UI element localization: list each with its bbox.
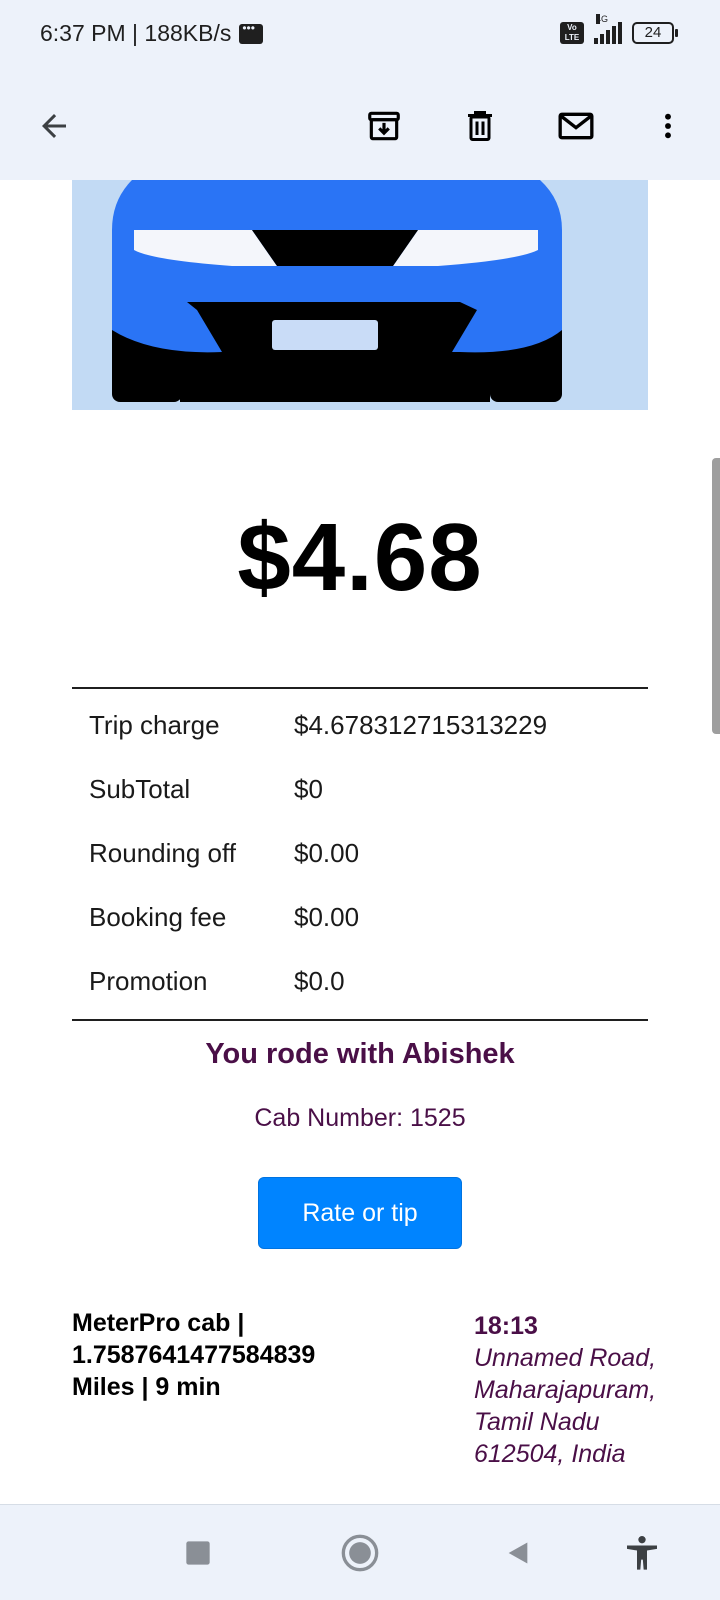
more-options-button[interactable]	[640, 98, 696, 154]
mark-unread-button[interactable]	[548, 98, 604, 154]
back-button[interactable]	[26, 98, 82, 154]
fare-row: Trip charge $4.678312715313229	[72, 693, 648, 757]
recents-square-icon	[186, 1541, 210, 1565]
mail-icon	[558, 112, 594, 140]
signal-icon: 4G	[594, 14, 622, 44]
accessibility-button[interactable]	[616, 1527, 668, 1579]
car-banner-image	[72, 180, 648, 410]
trip-summary-line: Miles | 9 min	[72, 1373, 221, 1401]
cab-number: Cab Number: 1525	[254, 1104, 466, 1132]
delete-icon	[468, 111, 492, 141]
status-left: 6:37 PM | 188KB/s	[40, 20, 264, 47]
fare-label: Trip charge	[89, 709, 220, 740]
fare-label: Booking fee	[89, 901, 227, 932]
address-line: Tamil Nadu	[474, 1408, 600, 1436]
back-arrow-icon	[42, 114, 66, 138]
accessibility-icon	[627, 1536, 657, 1570]
fare-row: Promotion $0.0	[72, 949, 648, 1013]
fare-value: $4.678312715313229	[294, 709, 548, 740]
fare-row: Rounding off $0.00	[72, 821, 648, 885]
car-front-icon	[72, 180, 648, 410]
fare-label: Rounding off	[89, 837, 236, 868]
back-triangle-icon	[508, 1542, 528, 1564]
app-bar	[0, 72, 720, 180]
back-nav-button[interactable]	[492, 1527, 544, 1579]
network-type-label: 4G	[596, 14, 609, 24]
status-right: Vo LTE 4G 24	[560, 14, 678, 44]
fare-value: $0.0	[294, 965, 345, 996]
email-body[interactable]: $4.68 Trip charge $4.678312715313229 Sub…	[0, 180, 720, 1504]
address-line: Unnamed Road,	[474, 1344, 657, 1372]
more-vert-icon	[665, 113, 671, 139]
trip-summary-line: MeterPro cab |	[72, 1309, 245, 1337]
fare-row: SubTotal $0	[72, 757, 648, 821]
fare-label: SubTotal	[89, 773, 191, 804]
message-notification-icon	[239, 21, 264, 44]
fare-label: Promotion	[89, 965, 208, 996]
scrollbar[interactable]	[712, 458, 720, 734]
fare-breakdown-table: Trip charge $4.678312715313229 SubTotal …	[72, 687, 648, 1021]
trip-address: Unnamed Road, Maharajapuram, Tamil Nadu …	[474, 1342, 704, 1470]
battery-icon: 24	[632, 22, 678, 44]
trip-summary: MeterPro cab | 1.7587641477584839 Miles …	[72, 1307, 392, 1403]
trip-summary-line: 1.7587641477584839	[72, 1341, 316, 1369]
system-nav-bar	[0, 1504, 720, 1600]
total-amount: $4.68	[237, 504, 483, 611]
recents-button[interactable]	[172, 1527, 224, 1579]
battery-level: 24	[644, 24, 662, 41]
trip-time: 18:13	[474, 1312, 538, 1340]
fare-value: $0	[294, 773, 323, 804]
status-time-speed: 6:37 PM | 188KB/s	[40, 20, 232, 46]
home-circle-icon	[341, 1534, 379, 1572]
home-button[interactable]	[334, 1527, 386, 1579]
archive-icon	[368, 111, 400, 141]
fare-value: $0.00	[294, 837, 360, 868]
volte-icon: Vo LTE	[560, 22, 584, 44]
rate-or-tip-button[interactable]: Rate or tip	[258, 1177, 462, 1249]
status-bar: 6:37 PM | 188KB/s Vo LTE 4G 24	[0, 0, 720, 72]
address-line: Maharajapuram,	[474, 1376, 657, 1404]
fare-row: Booking fee $0.00	[72, 885, 648, 949]
address-line: 612504, India	[474, 1440, 626, 1468]
fare-value: $0.00	[294, 901, 360, 932]
driver-name-heading: You rode with Abishek	[205, 1038, 515, 1070]
archive-button[interactable]	[356, 98, 412, 154]
delete-button[interactable]	[452, 98, 508, 154]
